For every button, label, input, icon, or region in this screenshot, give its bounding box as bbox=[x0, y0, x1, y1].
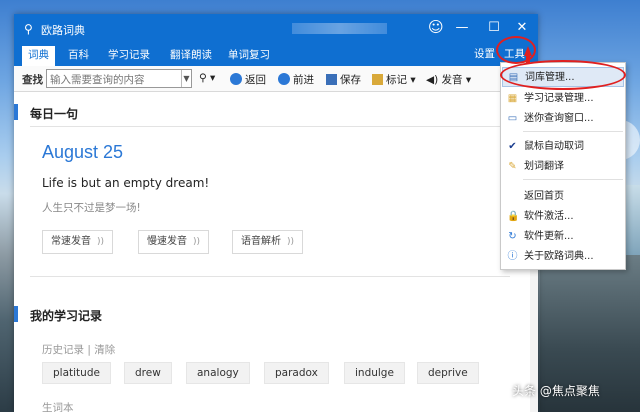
mark-label: 标记 bbox=[386, 74, 407, 86]
maximize-button[interactable]: ☐ bbox=[486, 20, 502, 35]
mark-icon bbox=[372, 74, 383, 85]
forward-label: 前进 bbox=[293, 74, 314, 86]
slow-speed-label: 慢速发音 bbox=[147, 236, 187, 247]
slow-speed-button[interactable]: 慢速发音)) bbox=[138, 230, 210, 254]
blurred-area bbox=[292, 23, 387, 34]
menu-item-auto-pick[interactable]: ✔ 鼠标自动取词 bbox=[502, 137, 624, 157]
normal-speed-button[interactable]: 常速发音)) bbox=[42, 230, 114, 254]
translate-icon: ✎ bbox=[508, 161, 517, 172]
sound-icon: )) bbox=[97, 237, 105, 247]
records-title: 我的学习记录 bbox=[30, 309, 103, 323]
menu-item-select-translate-label: 划词翻译 bbox=[524, 161, 564, 172]
section-marker bbox=[14, 104, 18, 120]
menu-item-mini[interactable]: ▭ 迷你查询窗口... bbox=[502, 109, 624, 129]
speech-analysis-label: 语音解析 bbox=[241, 236, 281, 247]
tab-dictionary[interactable]: 词典 bbox=[22, 46, 55, 66]
menu-item-auto-pick-label: 鼠标自动取词 bbox=[524, 141, 584, 152]
history-word[interactable]: indulge bbox=[344, 362, 405, 384]
menu-item-update[interactable]: ↻ 软件更新... bbox=[502, 227, 624, 247]
search-label: 查找 bbox=[22, 74, 43, 86]
menu-item-records[interactable]: ▦ 学习记录管理... bbox=[502, 89, 624, 109]
main-content: 每日一句 August 25 Life is but an empty drea… bbox=[14, 92, 538, 412]
menu-item-about-label: 关于欧路词典... bbox=[524, 251, 594, 262]
forward-button[interactable]: 前进 bbox=[278, 72, 314, 87]
speech-analysis-button[interactable]: 语音解析)) bbox=[232, 230, 304, 254]
smile-icon[interactable]: ☺ bbox=[428, 18, 444, 36]
divider bbox=[30, 126, 510, 127]
search-input[interactable]: 输入需要查询的内容 bbox=[46, 69, 192, 88]
window-icon: ▭ bbox=[507, 113, 518, 124]
section-marker bbox=[14, 306, 18, 322]
mark-button[interactable]: 标记 ▾ bbox=[372, 72, 416, 87]
minimize-button[interactable]: — bbox=[454, 20, 470, 35]
search-dropdown-icon[interactable]: ▼ bbox=[181, 70, 191, 87]
menu-separator bbox=[523, 131, 623, 132]
settings-button[interactable]: 设置 bbox=[474, 46, 495, 61]
toolbar: 查找 输入需要查询的内容 ▼ ⚲ ▾ 返回 前进 保存 标记 ▾ ◀) 发音 ▾ bbox=[14, 66, 538, 92]
check-icon: ✔ bbox=[508, 141, 517, 152]
close-button[interactable]: ✕ bbox=[514, 20, 530, 35]
annotation-arrow-icon bbox=[524, 46, 532, 64]
speaker-icon: ◀) bbox=[426, 74, 439, 86]
lock-icon: 🔒 bbox=[507, 211, 520, 222]
history-word[interactable]: deprive bbox=[417, 362, 479, 384]
forward-icon bbox=[278, 73, 290, 85]
sound-icon: )) bbox=[287, 237, 295, 247]
search-icon[interactable]: ⚲ ▾ bbox=[199, 72, 215, 84]
watermark: 头条 @焦点聚焦 bbox=[512, 384, 600, 398]
vocab-label[interactable]: 生词本 bbox=[42, 400, 74, 412]
speak-button[interactable]: ◀) 发音 ▾ bbox=[426, 72, 471, 87]
back-button[interactable]: 返回 bbox=[230, 72, 266, 87]
save-button[interactable]: 保存 bbox=[326, 72, 361, 87]
menu-separator bbox=[523, 179, 623, 180]
sound-icon: )) bbox=[193, 237, 201, 247]
tab-study-records[interactable]: 学习记录 bbox=[102, 46, 156, 66]
history-word[interactable]: drew bbox=[124, 362, 172, 384]
tools-menu: ▤ 词库管理... ▦ 学习记录管理... ▭ 迷你查询窗口... ✔ 鼠标自动取词 ✎… bbox=[500, 62, 626, 270]
history-word[interactable]: paradox bbox=[264, 362, 329, 384]
window-title: 欧路词典 bbox=[41, 24, 85, 37]
speak-label: 发音 bbox=[441, 74, 463, 86]
history-word[interactable]: analogy bbox=[186, 362, 250, 384]
title-bar: ⚲ 欧路词典 ☺ — ☐ ✕ bbox=[14, 14, 538, 44]
tab-review[interactable]: 单词复习 bbox=[222, 46, 276, 66]
menu-item-mini-label: 迷你查询窗口... bbox=[524, 113, 594, 124]
tab-bar: 词典 百科 学习记录 翻译朗读 单词复习 设置 工具 bbox=[14, 44, 538, 66]
menu-item-about[interactable]: ⓘ 关于欧路词典... bbox=[502, 247, 624, 267]
tab-translate[interactable]: 翻译朗读 bbox=[164, 46, 218, 66]
info-icon: ⓘ bbox=[507, 251, 518, 262]
app-logo-icon: ⚲ bbox=[24, 22, 33, 36]
divider bbox=[30, 276, 510, 277]
menu-item-update-label: 软件更新... bbox=[524, 231, 574, 242]
history-label[interactable]: 历史记录 | 清除 bbox=[42, 342, 115, 357]
daily-sentence-en: Life is but an empty dream! bbox=[42, 176, 210, 190]
normal-speed-label: 常速发音 bbox=[51, 236, 91, 247]
save-icon bbox=[326, 74, 337, 85]
menu-item-activate-label: 软件激活... bbox=[524, 211, 574, 222]
records-icon: ▦ bbox=[507, 93, 518, 104]
menu-item-records-label: 学习记录管理... bbox=[524, 93, 594, 104]
dictionary-window: ⚲ 欧路词典 ☺ — ☐ ✕ 词典 百科 学习记录 翻译朗读 单词复习 设置 工… bbox=[14, 14, 538, 412]
back-label: 返回 bbox=[245, 74, 266, 86]
daily-date: August 25 bbox=[42, 142, 124, 162]
daily-sentence-zh: 人生只不过是梦一场! bbox=[42, 202, 141, 214]
history-word[interactable]: platitude bbox=[42, 362, 111, 384]
menu-item-home-label: 返回首页 bbox=[524, 191, 564, 202]
menu-item-select-translate[interactable]: ✎ 划词翻译 bbox=[502, 157, 624, 177]
menu-item-activate[interactable]: 🔒 软件激活... bbox=[502, 207, 624, 227]
save-label: 保存 bbox=[340, 74, 361, 86]
back-icon bbox=[230, 73, 242, 85]
menu-item-home[interactable]: 返回首页 bbox=[502, 187, 624, 207]
refresh-icon: ↻ bbox=[508, 231, 517, 242]
daily-title: 每日一句 bbox=[30, 107, 79, 121]
tab-encyclopedia[interactable]: 百科 bbox=[62, 46, 95, 66]
